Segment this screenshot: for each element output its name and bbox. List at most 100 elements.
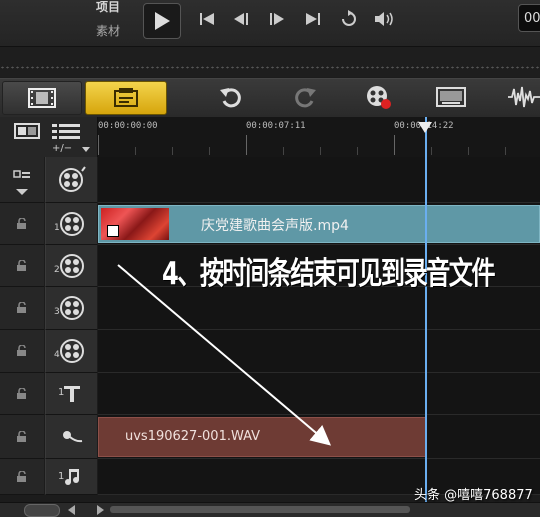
add-remove-track-button[interactable]: +/− [52, 143, 72, 154]
undo-button[interactable] [216, 83, 246, 111]
music-note-icon [64, 468, 79, 485]
go-to-end-button[interactable] [300, 8, 326, 30]
repeat-icon [342, 10, 356, 26]
skip-start-icon [200, 13, 214, 25]
overlay-track: 1 庆党建歌曲会声版.mp4 [0, 203, 540, 245]
track-dropdown-icon[interactable] [82, 147, 90, 152]
track-number: 1 [58, 471, 65, 482]
ruler-minor-tick [357, 147, 358, 155]
ruler-minor-tick [172, 147, 173, 155]
time-ruler[interactable]: 00:00:00:00 00:00:07:11 00:00:14:22 [98, 117, 540, 157]
timeline-icon [114, 88, 138, 107]
step-back-icon [234, 13, 248, 25]
scrollbar-thumb[interactable] [110, 506, 410, 513]
lock-icon[interactable] [0, 415, 44, 459]
timeline-view-button[interactable] [85, 81, 167, 115]
playhead-line[interactable] [425, 117, 427, 505]
ripple-edit-icon[interactable] [11, 163, 33, 197]
resize-grip[interactable] [0, 66, 540, 69]
record-capture-button[interactable] [364, 83, 394, 111]
repeat-button[interactable] [336, 8, 362, 30]
timeline-scrollbar[interactable] [0, 502, 540, 517]
watermark-text: 头条 @嘻嘻768877 [414, 488, 533, 503]
track-manager-button[interactable] [14, 123, 40, 143]
film-reel-icon [59, 339, 84, 363]
step-forward-icon [270, 13, 284, 25]
lock-icon[interactable] [0, 245, 44, 287]
filmstrip-icon [28, 88, 56, 108]
next-frame-button[interactable] [264, 8, 290, 30]
transport-bar: 项目 素材 00 [0, 0, 540, 47]
film-reel-icon [59, 211, 84, 236]
clip-type-badge [107, 225, 119, 237]
film-reel-icon [59, 253, 84, 278]
annotation-caption: 4、按时间条结束可见到录音文件 [162, 256, 496, 292]
subtitle-editor-button[interactable] [436, 83, 466, 111]
track-lane[interactable] [98, 157, 540, 203]
title-t-icon [63, 385, 80, 402]
previous-frame-button[interactable] [228, 8, 254, 30]
timeline-toolbar [0, 78, 540, 118]
ruler-tick-label: 00:00:07:11 [246, 121, 306, 131]
project-mode-label[interactable]: 项目 [96, 0, 120, 15]
audio-waveform-icon [508, 86, 540, 108]
lock-icon[interactable] [0, 373, 44, 415]
record-capture-icon [367, 86, 391, 109]
clip-mode-label[interactable]: 素材 [96, 22, 120, 39]
list-tracks-icon [52, 124, 80, 139]
ruler-tick-label: 00:00:00:00 [98, 121, 158, 131]
ruler-major-tick [394, 135, 395, 155]
scroll-left-icon[interactable] [68, 505, 76, 515]
track-header[interactable]: 3 [45, 287, 97, 330]
subtitle-editor-icon [436, 87, 466, 107]
video-clip-name: 庆党建歌曲会声版.mp4 [201, 218, 349, 234]
track-number: 2 [54, 265, 60, 275]
audio-mixer-button[interactable] [508, 83, 540, 111]
track-header[interactable] [45, 157, 97, 203]
track-header[interactable]: 2 [45, 245, 97, 287]
video-track [0, 157, 540, 203]
storyboard-view-button[interactable] [2, 81, 82, 115]
track-header[interactable] [45, 415, 97, 459]
go-to-start-button[interactable] [194, 8, 220, 30]
film-reel-icon [59, 296, 84, 320]
track-manager-controls: +/− [0, 117, 98, 157]
track-controls [0, 157, 44, 203]
microphone-icon [62, 430, 82, 442]
track-number: 1 [58, 387, 65, 398]
redo-button[interactable] [290, 83, 320, 111]
track-header[interactable]: 1 [45, 373, 97, 415]
zoom-to-fit-button[interactable] [24, 504, 60, 517]
play-button[interactable] [143, 3, 181, 39]
speaker-icon [375, 12, 393, 26]
lock-icon[interactable] [0, 459, 44, 495]
play-icon [155, 12, 170, 30]
track-header[interactable]: 1 [45, 459, 97, 495]
timeline-ruler-area: +/− 00:00:00:00 00:00:07:11 00:00:14:22 [0, 117, 540, 157]
lock-icon[interactable] [0, 330, 44, 373]
ruler-minor-tick [320, 147, 321, 155]
scroll-right-icon[interactable] [96, 505, 104, 515]
lock-icon[interactable] [0, 287, 44, 330]
timecode-display[interactable]: 00 [518, 4, 540, 32]
ruler-minor-tick [283, 147, 284, 155]
show-all-tracks-button[interactable] [52, 123, 80, 145]
ruler-minor-tick [431, 147, 432, 155]
track-number: 4 [54, 350, 60, 360]
ruler-minor-tick [468, 147, 469, 155]
video-clip[interactable]: 庆党建歌曲会声版.mp4 [98, 205, 540, 243]
playhead-marker[interactable] [418, 122, 432, 133]
lock-icon[interactable] [0, 203, 44, 245]
ruler-minor-tick [135, 147, 136, 155]
track-number: 1 [54, 223, 60, 233]
skip-end-icon [306, 13, 320, 25]
undo-icon [220, 88, 241, 108]
ruler-minor-tick [505, 147, 506, 155]
ruler-minor-tick [209, 147, 210, 155]
clip-thumbnail [101, 208, 169, 240]
track-header[interactable]: 1 [45, 203, 97, 245]
volume-button[interactable] [372, 8, 398, 30]
ruler-major-tick [246, 135, 247, 155]
track-header[interactable]: 4 [45, 330, 97, 373]
track-number: 3 [54, 307, 60, 317]
